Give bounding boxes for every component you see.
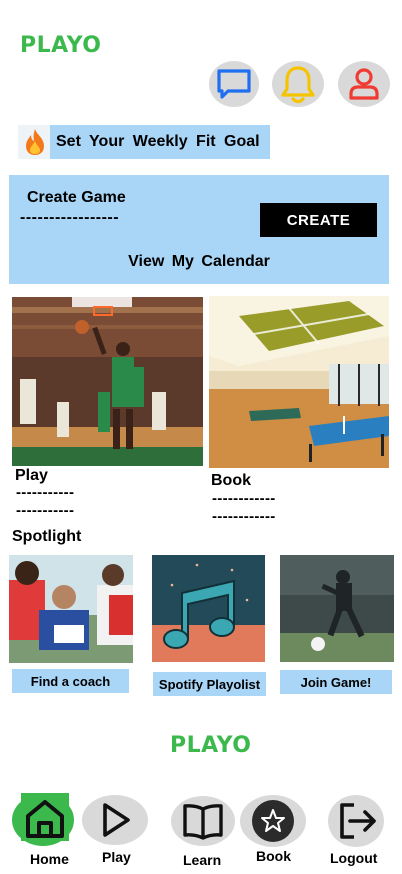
book-image[interactable]: [209, 296, 389, 468]
create-button[interactable]: CREATE: [260, 203, 377, 237]
create-game-panel: Create Game ----------------- CREATE Vie…: [9, 175, 389, 284]
nav-home[interactable]: Home: [10, 790, 80, 870]
nav-play-label: Play: [102, 849, 131, 865]
footer-logo: PLAYO: [170, 733, 252, 758]
spotify-playlist-image[interactable]: [152, 555, 265, 662]
join-game-image[interactable]: [280, 555, 394, 662]
profile-button[interactable]: [338, 61, 390, 107]
chat-button[interactable]: [209, 61, 259, 107]
home-icon: [26, 800, 64, 838]
book-card-label[interactable]: Book: [211, 472, 251, 490]
nav-play[interactable]: Play: [82, 795, 152, 870]
chat-icon: [217, 69, 251, 99]
bell-icon: [281, 66, 315, 104]
nav-learn[interactable]: Learn: [171, 796, 241, 871]
spotify-playlist-button[interactable]: Spotify Playolist: [153, 672, 266, 696]
create-game-placeholder-line: -----------------: [20, 209, 120, 226]
join-game-button[interactable]: Join Game!: [280, 670, 392, 694]
nav-logout[interactable]: Logout: [326, 795, 398, 870]
nav-book[interactable]: Book: [240, 795, 310, 870]
play-icon: [103, 803, 130, 837]
play-card-label[interactable]: Play: [15, 467, 48, 485]
star-icon: [252, 800, 294, 842]
logout-icon: [340, 803, 376, 839]
book-card-line-1: ------------: [212, 490, 276, 507]
play-image[interactable]: [12, 297, 203, 466]
book-open-icon: [183, 804, 223, 840]
find-coach-button[interactable]: Find a coach: [12, 669, 129, 693]
create-game-title: Create Game: [27, 189, 126, 206]
notifications-button[interactable]: [272, 61, 324, 107]
find-coach-image[interactable]: [9, 555, 133, 663]
profile-icon: [349, 68, 379, 100]
nav-learn-label: Learn: [183, 852, 222, 868]
weekly-goal-banner[interactable]: Set Your Weekly Fit Goal: [18, 125, 270, 159]
nav-logout-label: Logout: [330, 850, 378, 866]
play-card-line-1: -----------: [16, 484, 75, 501]
app-logo: PLAYO: [20, 33, 102, 58]
view-calendar-link[interactable]: View My Calendar: [9, 253, 389, 271]
nav-book-label: Book: [256, 848, 291, 864]
nav-home-label: Home: [30, 851, 69, 867]
fire-icon: [18, 125, 52, 159]
play-card-line-2: -----------: [16, 502, 75, 519]
book-card-line-2: ------------: [212, 508, 276, 525]
weekly-goal-label: Set Your Weekly Fit Goal: [50, 125, 270, 159]
spotlight-title: Spotlight: [12, 528, 82, 545]
